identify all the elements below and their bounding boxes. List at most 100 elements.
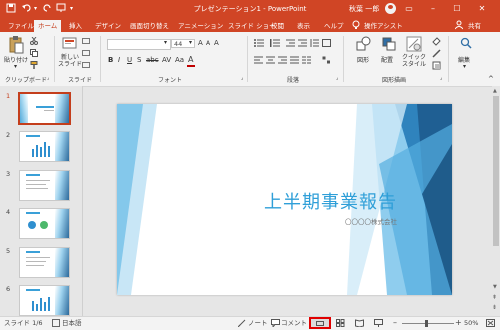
change-case-icon[interactable]: Aa [175, 56, 184, 64]
shadow-icon[interactable]: S [137, 56, 141, 64]
character-spacing-icon[interactable]: AV [162, 56, 171, 64]
language-indicator[interactable]: 日本語 [62, 319, 82, 328]
tab-home[interactable]: ホーム [34, 20, 62, 32]
tab-help[interactable]: ヘルプ [320, 20, 348, 32]
slide-thumbnail-6[interactable] [19, 285, 70, 316]
vertical-scrollbar[interactable]: ▲ ▼ ⇞ ⇟ [492, 86, 500, 316]
start-slideshow-icon[interactable] [56, 3, 66, 17]
slide-title[interactable]: 上半期事業報告 [222, 188, 397, 214]
notes-icon[interactable] [237, 319, 246, 330]
decrease-indent-icon[interactable] [286, 39, 295, 49]
font-name-dropdown-icon[interactable]: ▾ [164, 39, 167, 46]
previous-slide-icon[interactable]: ⇞ [492, 294, 497, 301]
slide-thumbnail-5[interactable] [19, 247, 70, 278]
reading-view-icon[interactable] [355, 319, 364, 330]
increase-indent-icon[interactable] [298, 39, 307, 49]
customize-toolbar-icon[interactable]: ▾ [70, 3, 73, 15]
slide-thumbnail-3[interactable] [19, 170, 70, 201]
comments-icon[interactable] [271, 319, 280, 330]
shapes-button[interactable]: 図形 [357, 55, 369, 64]
new-slide-button[interactable]: 新しい スライド [58, 54, 82, 68]
tab-file[interactable]: ファイル [4, 20, 38, 32]
cut-icon[interactable] [30, 36, 38, 47]
line-spacing-icon[interactable] [310, 39, 319, 49]
reset-slide-icon[interactable] [82, 50, 90, 56]
normal-view-button[interactable] [309, 317, 331, 329]
underline-icon[interactable]: U [127, 56, 132, 64]
comments-button[interactable]: コメント [281, 319, 307, 328]
share-button[interactable]: 共有 [464, 20, 485, 32]
align-center-icon[interactable] [266, 56, 275, 66]
justify-icon[interactable] [290, 56, 299, 66]
italic-icon[interactable]: I [118, 56, 120, 64]
zoom-out-icon[interactable]: – [393, 319, 397, 327]
slide-sorter-icon[interactable] [336, 319, 345, 330]
slide-thumbnail-4[interactable] [19, 208, 70, 239]
minimize-icon[interactable]: – [425, 2, 441, 16]
font-name-input[interactable] [107, 39, 171, 50]
tab-transitions[interactable]: 画面切り替え [126, 20, 173, 32]
zoom-slider-track[interactable] [402, 323, 454, 324]
zoom-slider-handle[interactable] [425, 320, 428, 327]
scroll-down-icon[interactable]: ▼ [493, 284, 497, 290]
tab-animations[interactable]: アニメーション [174, 20, 227, 32]
quick-styles-button[interactable]: クイック スタイル [402, 54, 426, 68]
shapes-icon[interactable] [356, 36, 372, 54]
shape-fill-icon[interactable] [432, 37, 441, 48]
shape-outline-icon[interactable] [432, 49, 441, 60]
zoom-in-icon[interactable]: + [455, 319, 462, 327]
shape-effects-icon[interactable] [432, 61, 441, 72]
numbering-icon[interactable] [270, 39, 280, 49]
collapse-ribbon-icon[interactable]: ^ [488, 75, 494, 83]
paste-dropdown-icon[interactable]: ▾ [14, 63, 17, 70]
align-right-icon[interactable] [278, 56, 287, 66]
notes-button[interactable]: ノート [248, 319, 268, 328]
save-icon[interactable] [6, 3, 16, 17]
tab-design[interactable]: デザイン [91, 20, 125, 32]
slide-subtitle[interactable]: 〇〇〇〇株式会社 [287, 216, 397, 226]
bullets-icon[interactable] [254, 39, 264, 49]
paste-icon[interactable] [8, 36, 24, 56]
slide-canvas[interactable]: 上半期事業報告 〇〇〇〇株式会社 [117, 104, 452, 295]
new-slide-icon[interactable] [62, 36, 78, 54]
clear-formatting-icon[interactable]: A [214, 39, 219, 47]
font-launcher-icon[interactable]: ⌟ [241, 75, 243, 81]
paragraph-launcher-icon[interactable]: ⌟ [336, 75, 338, 81]
smartart-icon[interactable] [322, 56, 331, 66]
increase-font-icon[interactable]: A [198, 39, 203, 47]
avatar[interactable] [385, 3, 396, 14]
share-icon[interactable] [454, 20, 464, 32]
user-name[interactable]: 秋葉 一郎 [349, 4, 379, 14]
fit-slide-icon[interactable] [486, 319, 495, 330]
close-icon[interactable]: ✕ [474, 2, 490, 16]
quick-styles-icon[interactable] [406, 36, 422, 54]
slide-layout-icon[interactable] [82, 38, 90, 44]
clipboard-launcher-icon[interactable]: ⌟ [47, 75, 49, 81]
slideshow-view-icon[interactable] [374, 319, 383, 330]
text-direction-icon[interactable] [322, 39, 331, 49]
tab-review[interactable]: 校閲 [267, 20, 288, 32]
scroll-up-icon[interactable]: ▲ [493, 88, 497, 94]
next-slide-icon[interactable]: ⇟ [492, 304, 497, 311]
align-left-icon[interactable] [254, 56, 263, 66]
undo-icon[interactable] [22, 3, 32, 17]
slide-thumbnail-2[interactable] [19, 131, 70, 162]
font-color-icon[interactable]: A [188, 55, 193, 64]
scrollbar-thumb[interactable] [493, 96, 499, 246]
font-size-dropdown-icon[interactable]: ▾ [189, 39, 192, 46]
copy-icon[interactable] [30, 49, 38, 59]
drawing-launcher-icon[interactable]: ⌟ [440, 75, 442, 81]
decrease-font-icon[interactable]: A [206, 40, 210, 47]
spellcheck-icon[interactable] [52, 319, 60, 330]
bold-icon[interactable]: B [108, 56, 113, 64]
arrange-icon[interactable] [381, 36, 397, 54]
tab-insert[interactable]: 挿入 [65, 20, 86, 32]
redo-icon[interactable] [42, 3, 52, 17]
tell-me-search[interactable]: 操作アシスト [360, 20, 407, 32]
slide-thumbnail-1[interactable] [18, 92, 71, 125]
maximize-icon[interactable]: ☐ [449, 2, 465, 16]
tab-view[interactable]: 表示 [293, 20, 314, 32]
find-icon[interactable] [460, 37, 472, 51]
zoom-level[interactable]: 50% [464, 319, 478, 328]
format-painter-icon[interactable] [30, 61, 38, 71]
